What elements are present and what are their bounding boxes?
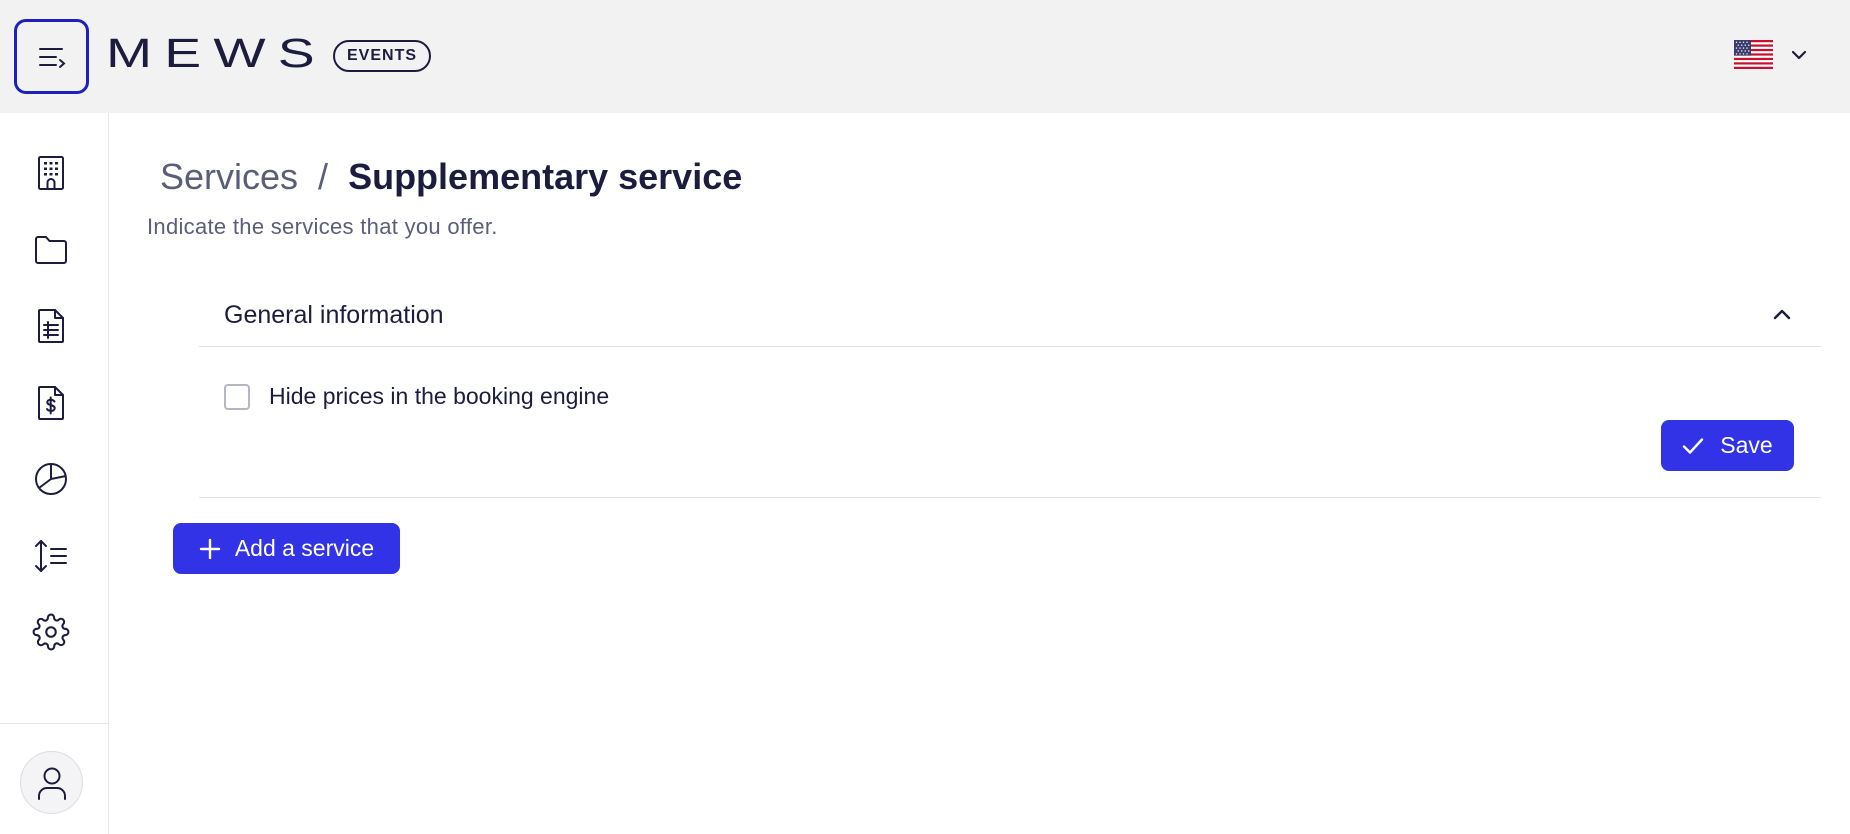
sort-list-icon	[35, 540, 67, 572]
folder-icon	[35, 236, 67, 264]
sidebar-item-ordering[interactable]	[29, 534, 73, 578]
sidebar-item-settings[interactable]	[29, 610, 73, 654]
sidebar-item-invoices[interactable]	[29, 381, 73, 425]
mews-logo: MEWS	[106, 29, 327, 76]
hide-prices-option[interactable]: Hide prices in the booking engine	[224, 383, 609, 410]
user-icon	[37, 767, 66, 800]
building-icon	[38, 156, 64, 190]
sidebar-item-properties[interactable]	[29, 151, 73, 195]
language-selector[interactable]	[1734, 40, 1807, 69]
pie-chart-icon	[35, 463, 67, 495]
add-service-button[interactable]: Add a service	[173, 523, 400, 574]
section-header[interactable]: General information	[199, 285, 1821, 347]
menu-toggle-button[interactable]	[14, 19, 89, 94]
hide-prices-label: Hide prices in the booking engine	[269, 383, 610, 409]
events-badge: EVENTS	[333, 40, 432, 72]
sidebar-item-documents[interactable]	[29, 304, 73, 348]
section-title: General information	[224, 301, 444, 329]
document-list-icon	[38, 309, 64, 343]
breadcrumb-separator: /	[318, 156, 329, 197]
section-divider	[199, 497, 1821, 498]
menu-collapse-icon	[38, 47, 66, 68]
sidebar-divider	[0, 723, 108, 724]
checkmark-icon	[1683, 437, 1704, 454]
gear-icon	[32, 613, 70, 651]
plus-icon	[199, 538, 221, 559]
breadcrumb: Services / Supplementary service	[160, 156, 742, 198]
add-service-label: Add a service	[234, 535, 375, 561]
hide-prices-checkbox[interactable]	[224, 383, 250, 410]
top-bar: MEWS EVENTS	[0, 0, 1850, 113]
sidebar-item-files[interactable]	[29, 228, 73, 272]
sidebar-item-reports[interactable]	[29, 457, 73, 501]
breadcrumb-services-link[interactable]: Services	[160, 156, 298, 198]
invoice-icon	[38, 386, 64, 420]
sidebar	[0, 113, 109, 834]
save-button-label: Save	[1720, 432, 1773, 458]
user-avatar[interactable]	[20, 751, 83, 814]
us-flag-icon	[1734, 40, 1773, 69]
general-information-section: General information Hide prices in the b…	[199, 285, 1821, 498]
chevron-up-icon[interactable]	[1770, 303, 1794, 327]
page-subtitle: Indicate the services that you offer.	[147, 214, 498, 239]
save-button[interactable]: Save	[1661, 420, 1794, 471]
page-title: Supplementary service	[348, 156, 743, 197]
chevron-down-icon	[1791, 50, 1807, 59]
